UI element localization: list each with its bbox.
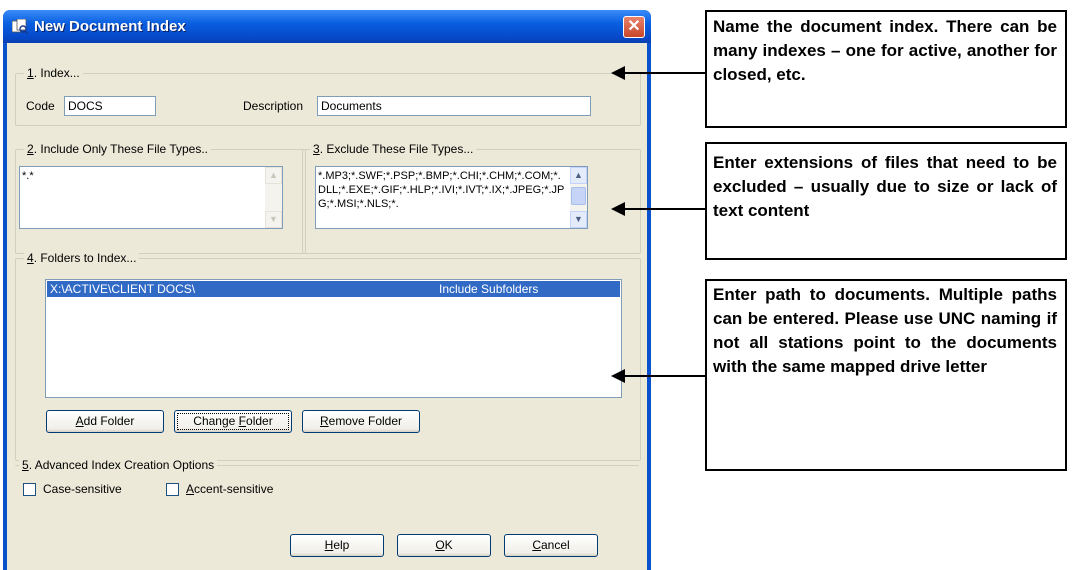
exclude-scrollbar[interactable]: ▲ ▼ <box>570 167 587 228</box>
exclude-file-types-textarea[interactable]: *.MP3;*.SWF;*.PSP;*.BMP;*.CHI;*.CHM;*.CO… <box>315 166 588 229</box>
add-folder-button[interactable]: Add Folder <box>46 410 164 433</box>
dialog-body: 1. Index... Code Description 2. Include … <box>7 43 647 570</box>
scroll-down-icon[interactable]: ▼ <box>570 211 587 228</box>
advanced-group-title: 5. Advanced Index Creation Options <box>19 458 218 472</box>
accent-sensitive-label[interactable]: Accent-sensitive <box>186 482 273 496</box>
callout-connector <box>622 208 706 210</box>
callout-connector <box>622 375 706 377</box>
callout-connector <box>622 72 706 74</box>
accent-sensitive-checkbox[interactable] <box>166 483 179 496</box>
window-title: New Document Index <box>34 18 186 35</box>
scroll-up-icon[interactable]: ▲ <box>570 167 587 184</box>
close-icon: ✕ <box>627 18 641 35</box>
index-group-title: 1. Index... <box>24 66 83 80</box>
change-folder-button[interactable]: Change Folder <box>174 410 292 433</box>
arrow-left-icon <box>611 369 625 383</box>
code-input[interactable] <box>64 96 156 116</box>
folder-path: X:\ACTIVE\CLIENT DOCS\ <box>50 282 196 296</box>
scroll-up-icon[interactable]: ▲ <box>265 167 282 184</box>
callout-folders: Enter path to documents. Multiple paths … <box>705 279 1067 471</box>
cancel-button[interactable]: Cancel <box>504 534 598 557</box>
callout-exclude: Enter extensions of files that need to b… <box>705 142 1067 260</box>
exclude-group-title: 3. Exclude These File Types... <box>310 142 477 156</box>
include-scrollbar[interactable]: ▲ ▼ <box>265 167 282 228</box>
dialog-window: New Document Index ✕ 1. Index... Code De… <box>3 10 651 570</box>
description-label: Description <box>243 99 304 113</box>
description-input[interactable] <box>317 96 591 116</box>
scroll-down-icon[interactable]: ▼ <box>265 211 282 228</box>
close-button[interactable]: ✕ <box>623 16 645 38</box>
callout-index: Name the document index. There can be ma… <box>705 10 1067 128</box>
help-button[interactable]: Help <box>290 534 384 557</box>
arrow-left-icon <box>611 202 625 216</box>
folders-listbox[interactable]: X:\ACTIVE\CLIENT DOCS\ Include Subfolder… <box>45 279 622 398</box>
exclude-file-types-text: *.MP3;*.SWF;*.PSP;*.BMP;*.CHI;*.CHM;*.CO… <box>318 170 565 210</box>
case-sensitive-label[interactable]: Case-sensitive <box>43 482 122 496</box>
remove-folder-button[interactable]: Remove Folder <box>302 410 420 433</box>
scroll-thumb[interactable] <box>571 187 586 205</box>
app-icon <box>11 18 29 35</box>
include-file-types-text: *.* <box>22 170 34 182</box>
folders-group-title: 4. Folders to Index... <box>24 251 140 265</box>
case-sensitive-checkbox[interactable] <box>23 483 36 496</box>
arrow-left-icon <box>611 66 625 80</box>
folder-row[interactable]: X:\ACTIVE\CLIENT DOCS\ Include Subfolder… <box>47 281 620 297</box>
include-file-types-textarea[interactable]: *.* ▲ ▼ <box>19 166 283 229</box>
ok-button[interactable]: OK <box>397 534 491 557</box>
include-group-title: 2. Include Only These File Types.. <box>24 142 211 156</box>
code-label: Code <box>26 99 55 113</box>
title-bar[interactable]: New Document Index ✕ <box>3 10 651 43</box>
folder-option: Include Subfolders <box>439 282 539 296</box>
